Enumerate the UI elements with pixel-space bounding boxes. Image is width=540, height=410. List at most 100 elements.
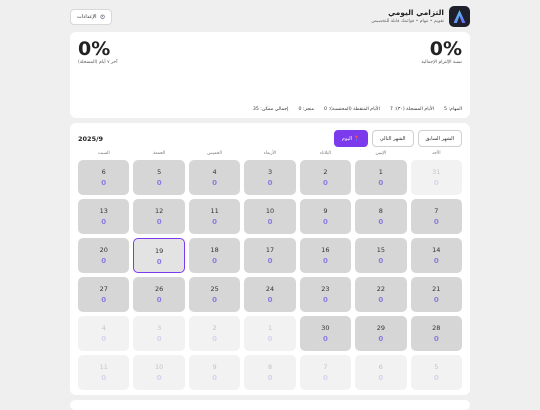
weekday-label: الجمعة [153, 151, 166, 156]
day-count: 0 [433, 296, 439, 304]
calendar-day-outside[interactable]: 50 [410, 355, 462, 390]
calendar-day[interactable]: 27 0 [78, 277, 130, 312]
gear-icon: ⚙ [99, 13, 106, 21]
prev-month-button[interactable]: الشهر السابق [417, 130, 462, 147]
calendar-day[interactable]: 17 0 [244, 238, 296, 273]
today-button[interactable]: 📍 اليوم [333, 130, 368, 147]
day-count: 0 [378, 335, 384, 343]
calendar-day[interactable]: 30 0 [299, 316, 352, 351]
day-count: 0 [267, 374, 273, 382]
calendar-day[interactable]: 90 [299, 199, 352, 234]
calendar-day-outside[interactable]: 80 [244, 355, 296, 390]
last-7-days-rate: 0% آخر ٧ أيام (المسجلة) [78, 39, 117, 65]
day-count: 0 [156, 374, 162, 382]
day-number: 15 [376, 246, 385, 254]
calendar-day[interactable]: 20 [299, 160, 352, 195]
calendar-day[interactable]: 16 0 [299, 238, 352, 273]
calendar-day-selected[interactable]: 19 0 [133, 238, 185, 273]
calendar-day[interactable]: 20 0 [78, 238, 130, 273]
day-count: 0 [267, 179, 273, 187]
weekday-label: الثلاثاء [319, 151, 331, 156]
calendar-day[interactable]: 80 [355, 199, 407, 234]
day-number: 6 [101, 168, 106, 176]
calendar-day[interactable]: 26 0 [133, 277, 185, 312]
day-count: 0 [101, 296, 107, 304]
calendar-day[interactable]: 28 0 [410, 316, 462, 351]
day-number: 5 [157, 168, 162, 176]
day-number: 2 [212, 324, 217, 332]
day-number: 6 [378, 363, 383, 371]
calendar-day[interactable]: 24 0 [244, 277, 296, 312]
weekday-header: الأحد الإثنين الثلاثاء الأربعاء الخميس الجمعة… [78, 151, 462, 159]
day-count: 0 [101, 335, 107, 343]
calendar-day-outside[interactable]: 40 [78, 316, 130, 351]
calendar-day[interactable]: 22 0 [355, 277, 407, 312]
day-number: 25 [210, 285, 219, 293]
calendar-card: الشهر السابق الشهر التالي 📍 اليوم 2025/9… [70, 123, 470, 395]
day-count: 0 [156, 296, 162, 304]
calendar-nav: الشهر السابق الشهر التالي 📍 اليوم [333, 130, 462, 147]
day-number: 13 [99, 207, 108, 215]
day-count: 0 [323, 179, 328, 187]
app-subtitle: تقويم • مهام • قوائمك قابلة للتخصيص [371, 19, 444, 24]
day-count: 0 [156, 179, 162, 187]
calendar-day[interactable]: 13 0 [78, 199, 130, 234]
top-bar: التزامي اليومي تقويم • مهام • قوائمك قاب… [70, 5, 470, 29]
calendar-day-outside[interactable]: 11 0 [78, 355, 130, 390]
calendar-day[interactable]: 10 [355, 160, 407, 195]
calendar-day-outside[interactable]: 10 [244, 316, 296, 351]
weekday-label: الأحد [432, 151, 441, 156]
calendar-day[interactable]: 23 0 [299, 277, 352, 312]
day-number: 21 [432, 285, 441, 293]
calendar-day-outside[interactable]: 70 [299, 355, 352, 390]
weekday-label: الإثنين [375, 151, 387, 156]
day-count: 0 [378, 218, 384, 226]
day-number: 29 [376, 324, 385, 332]
calendar-day[interactable]: 21 0 [410, 277, 462, 312]
calendar-day[interactable]: 11 0 [188, 199, 241, 234]
calendar-day-outside[interactable]: 90 [188, 355, 241, 390]
calendar-day[interactable]: 14 0 [410, 238, 462, 273]
calendar-day-outside[interactable]: 60 [355, 355, 407, 390]
day-count: 0 [323, 218, 328, 226]
calendar-day[interactable]: 15 0 [355, 238, 407, 273]
calendar-day[interactable]: 25 0 [188, 277, 241, 312]
day-number: 3 [267, 168, 273, 176]
day-count: 0 [378, 257, 384, 265]
calendar-day[interactable]: 10 0 [244, 199, 296, 234]
calendar-day[interactable]: 40 [188, 160, 241, 195]
day-count: 0 [378, 296, 384, 304]
logo-mark-icon [453, 10, 466, 23]
calendar-day[interactable]: 60 [78, 160, 130, 195]
next-card-edge [70, 400, 470, 410]
settings-button[interactable]: ⚙ الإعدادات [70, 9, 113, 25]
next-month-button[interactable]: الشهر التالي [371, 130, 414, 147]
calendar-grid: 31 0 1 0 2 0 3 0 4 0 5 0 6 0 7 0 8 0 9 0 10 0 11 0 12 0 13 0 14 0 15 0 1… [78, 160, 462, 390]
day-count: 0 [212, 335, 218, 343]
day-number: 3 [157, 324, 162, 332]
calendar-day-outside[interactable]: 10 0 [133, 355, 185, 390]
calendar-day-outside[interactable]: 30 [133, 316, 185, 351]
calendar-day[interactable]: 30 [244, 160, 296, 195]
day-count: 0 [323, 374, 328, 382]
last-7-days-rate-label: آخر ٧ أيام (المسجلة) [78, 60, 118, 65]
day-count: 0 [101, 218, 107, 226]
app-logo [449, 6, 470, 27]
calendar-day-outside[interactable]: 31 0 [410, 160, 462, 195]
day-number: 14 [432, 246, 441, 254]
day-count: 0 [433, 218, 439, 226]
day-number: 26 [155, 285, 164, 293]
calendar-day[interactable]: 29 0 [355, 316, 407, 351]
day-count: 0 [267, 218, 273, 226]
calendar-day[interactable]: 70 [410, 199, 462, 234]
calendar-day[interactable]: 18 0 [188, 238, 241, 273]
day-number: 5 [434, 363, 439, 371]
day-count: 0 [378, 374, 384, 382]
day-number: 19 [155, 247, 164, 255]
calendar-day-outside[interactable]: 20 [188, 316, 241, 351]
calendar-day[interactable]: 50 [133, 160, 185, 195]
calendar-day[interactable]: 12 0 [133, 199, 185, 234]
overall-rate: 0% نسبة الإلتزام الإجمالية [421, 39, 462, 65]
app-title: التزامي اليومي [388, 8, 444, 17]
day-count: 0 [378, 179, 384, 187]
